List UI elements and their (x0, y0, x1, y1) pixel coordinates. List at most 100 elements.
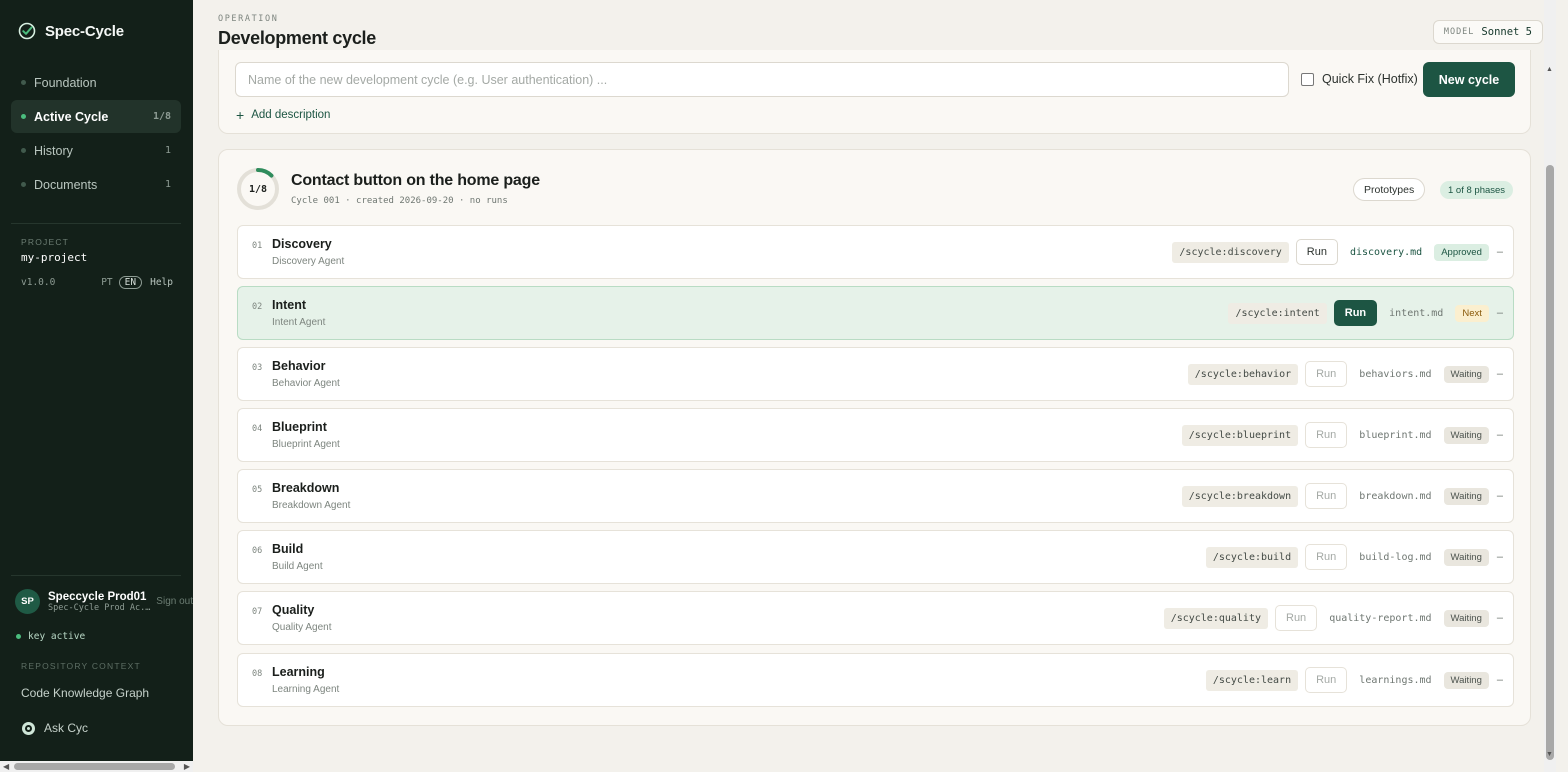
phase-row[interactable]: 03 Behavior Behavior Agent/scycle:behavior… (237, 347, 1514, 401)
phase-row[interactable]: 08 Learning Learning Agent/scycle:learn Run… (237, 653, 1514, 707)
status-dot-icon (16, 634, 21, 639)
sidebar: Spec-Cycle Foundation Active Cycle 1/8 Hist… (0, 0, 193, 772)
phase-menu[interactable]: – (1497, 674, 1503, 686)
avatar[interactable]: SP (15, 589, 40, 614)
divider (11, 575, 181, 576)
progress-label: 1/8 (248, 183, 268, 195)
phase-command[interactable]: /scycle:learn (1205, 669, 1299, 691)
new-cycle-card: Quick Fix (Hotfix) New cycle + Add descr… (218, 50, 1531, 134)
add-description-button[interactable]: + Add description (236, 108, 330, 122)
run-button[interactable]: Run (1305, 667, 1348, 693)
phase-command[interactable]: /scycle:build (1205, 546, 1299, 568)
phase-file-link[interactable]: breakdown.md (1359, 491, 1431, 502)
phase-menu[interactable]: – (1497, 551, 1503, 563)
phase-file-link[interactable]: learnings.md (1359, 675, 1431, 686)
code-knowledge-graph-link[interactable]: Code Knowledge Graph (21, 686, 149, 700)
sidebar-item-active-cycle[interactable]: Active Cycle 1/8 (11, 100, 181, 133)
phase-name: Discovery (272, 237, 332, 251)
phase-agent: Breakdown Agent (272, 500, 351, 511)
key-status: key active (16, 631, 85, 642)
phase-file-link[interactable]: behaviors.md (1359, 369, 1431, 380)
phase-command[interactable]: /scycle:quality (1163, 607, 1268, 629)
phase-command[interactable]: /scycle:discovery (1172, 241, 1289, 263)
bullet-icon (21, 148, 26, 153)
project-name[interactable]: my-project (21, 251, 87, 264)
phase-menu[interactable]: – (1497, 490, 1503, 502)
phase-command[interactable]: /scycle:blueprint (1181, 424, 1299, 446)
sidebar-item-history[interactable]: History 1 (11, 134, 181, 167)
sidebar-nav: Foundation Active Cycle 1/8 History 1 Documen… (11, 66, 181, 202)
model-label: MODEL (1443, 27, 1475, 37)
run-button[interactable]: Run (1305, 544, 1348, 570)
bullet-icon (21, 114, 26, 119)
run-button[interactable]: Run (1305, 361, 1348, 387)
run-button[interactable]: Run (1305, 483, 1348, 509)
checkbox-icon[interactable] (1301, 72, 1314, 86)
phase-number: 04 (252, 424, 263, 434)
lang-pt-button[interactable]: PT (101, 277, 112, 288)
phase-menu[interactable]: – (1497, 307, 1503, 319)
ask-cyc-button[interactable]: Ask Cyc (22, 721, 88, 735)
phase-menu[interactable]: – (1497, 429, 1503, 441)
repo-context-label: REPOSITORY CONTEXT (21, 661, 141, 671)
cycle-name-input[interactable] (235, 62, 1289, 97)
run-button[interactable]: Run (1275, 605, 1318, 631)
phase-agent: Quality Agent (272, 622, 332, 633)
phase-menu[interactable]: – (1497, 612, 1503, 624)
scroll-up-icon[interactable]: ▲ (1546, 66, 1553, 73)
scroll-right-icon[interactable]: ▶ (184, 762, 190, 771)
quick-fix-checkbox[interactable]: Quick Fix (Hotfix) (1301, 72, 1418, 86)
model-selector[interactable]: MODEL Sonnet 5 (1432, 20, 1543, 44)
scroll-left-icon[interactable]: ◀ (3, 762, 9, 771)
phase-menu[interactable]: – (1497, 246, 1503, 258)
phase-menu[interactable]: – (1497, 368, 1503, 380)
run-button[interactable]: Run (1305, 422, 1348, 448)
phase-name: Learning (272, 665, 325, 679)
sign-out-button[interactable]: Sign out (156, 596, 193, 607)
phase-command[interactable]: /scycle:behavior (1187, 363, 1299, 385)
phase-file-link[interactable]: build-log.md (1359, 552, 1431, 563)
phase-file-link[interactable]: intent.md (1389, 308, 1443, 319)
horizontal-scrollbar[interactable]: ◀ ▶ (0, 761, 193, 772)
vertical-scrollbar[interactable]: ▲ ▼ (1544, 0, 1556, 772)
version-label: v1.0.0 (21, 277, 56, 288)
page-title: Development cycle (218, 28, 376, 48)
scrollbar-thumb[interactable] (14, 763, 175, 770)
phase-row[interactable]: 07 Quality Quality Agent/scycle:quality Run… (237, 591, 1514, 645)
sidebar-item-foundation[interactable]: Foundation (11, 66, 181, 99)
brand[interactable]: Spec-Cycle (18, 22, 124, 40)
phase-row[interactable]: 02 Intent Intent Agent/scycle:intent Run int… (237, 286, 1514, 340)
phase-row[interactable]: 05 Breakdown Breakdown Agent/scycle:breakd… (237, 469, 1514, 523)
status-badge: Approved (1434, 243, 1489, 261)
phase-row[interactable]: 06 Build Build Agent/scycle:build Run build-… (237, 530, 1514, 584)
phase-file-link[interactable]: quality-report.md (1329, 613, 1431, 624)
run-button[interactable]: Run (1333, 300, 1378, 326)
phase-number: 03 (252, 363, 263, 373)
phase-file-link[interactable]: blueprint.md (1359, 430, 1431, 441)
phase-number: 02 (252, 302, 263, 312)
phase-agent: Learning Agent (272, 684, 340, 695)
status-badge: Waiting (1443, 487, 1489, 505)
phase-file-link[interactable]: discovery.md (1350, 247, 1422, 258)
help-link[interactable]: Help (150, 277, 173, 288)
prototypes-button[interactable]: Prototypes (1353, 178, 1426, 201)
phase-row[interactable]: 01 Discovery Discovery Agent/scycle:discov… (237, 225, 1514, 279)
bullet-icon (21, 80, 26, 85)
lang-en-button[interactable]: EN (118, 276, 143, 289)
plus-icon: + (236, 107, 245, 123)
model-value: Sonnet 5 (1481, 26, 1532, 38)
phase-number: 08 (252, 669, 263, 679)
phase-agent: Behavior Agent (272, 378, 340, 389)
sidebar-item-documents[interactable]: Documents 1 (11, 168, 181, 201)
scrollbar-thumb[interactable] (1546, 165, 1554, 760)
new-cycle-button[interactable]: New cycle (1423, 62, 1515, 97)
phase-number: 05 (252, 485, 263, 495)
phase-command[interactable]: /scycle:intent (1228, 302, 1327, 324)
run-button[interactable]: Run (1295, 239, 1338, 265)
scroll-down-icon[interactable]: ▼ (1546, 751, 1553, 758)
phase-command[interactable]: /scycle:breakdown (1181, 485, 1299, 507)
status-badge: Waiting (1443, 671, 1489, 689)
cycle-title: Contact button on the home page (291, 172, 540, 189)
phase-row[interactable]: 04 Blueprint Blueprint Agent/scycle:bluepr… (237, 408, 1514, 462)
user-block: SP Speccycle Prod01 Spec-Cycle Prod Ac..… (15, 589, 193, 614)
